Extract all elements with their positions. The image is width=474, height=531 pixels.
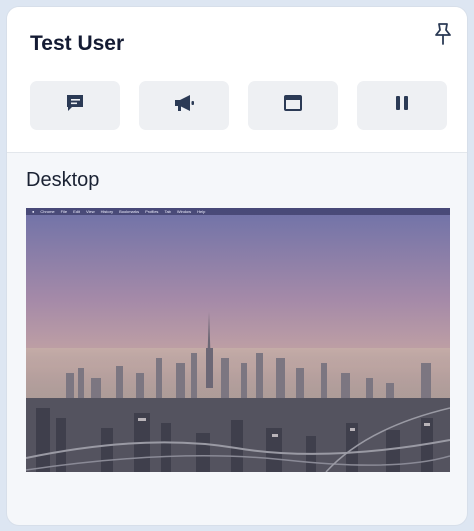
window-button[interactable] [248, 81, 338, 130]
chat-button[interactable] [30, 81, 120, 130]
user-card: Test User Desktop ● Chrome File Edit Vie… [7, 7, 467, 525]
pause-button[interactable] [357, 81, 447, 130]
menubar-item: Tab [164, 209, 171, 214]
chat-icon [64, 92, 86, 119]
card-header: Test User [7, 7, 467, 153]
section-title: Desktop [26, 169, 100, 191]
user-name: Test User [30, 32, 125, 55]
menubar-item: Window [176, 209, 192, 214]
menubar-item: Profiles [145, 209, 159, 214]
window-icon [282, 93, 304, 118]
desktop-menubar: ● Chrome File Edit View History Bookmark… [26, 208, 450, 215]
menubar-item: Help [197, 209, 206, 214]
megaphone-icon [172, 92, 196, 119]
menubar-item: Chrome [40, 209, 55, 214]
announce-button[interactable] [139, 81, 229, 130]
menubar-item: Edit [73, 209, 81, 214]
menubar-item: Bookmarks [119, 209, 140, 214]
menubar-item: History [100, 209, 114, 214]
apple-icon: ● [32, 209, 35, 214]
desktop-screenshot[interactable]: ● Chrome File Edit View History Bookmark… [26, 208, 450, 472]
menubar-item: View [86, 209, 95, 214]
pause-icon [393, 94, 411, 117]
action-bar [30, 81, 447, 130]
pin-icon[interactable] [431, 21, 455, 47]
menubar-item: File [60, 209, 68, 214]
